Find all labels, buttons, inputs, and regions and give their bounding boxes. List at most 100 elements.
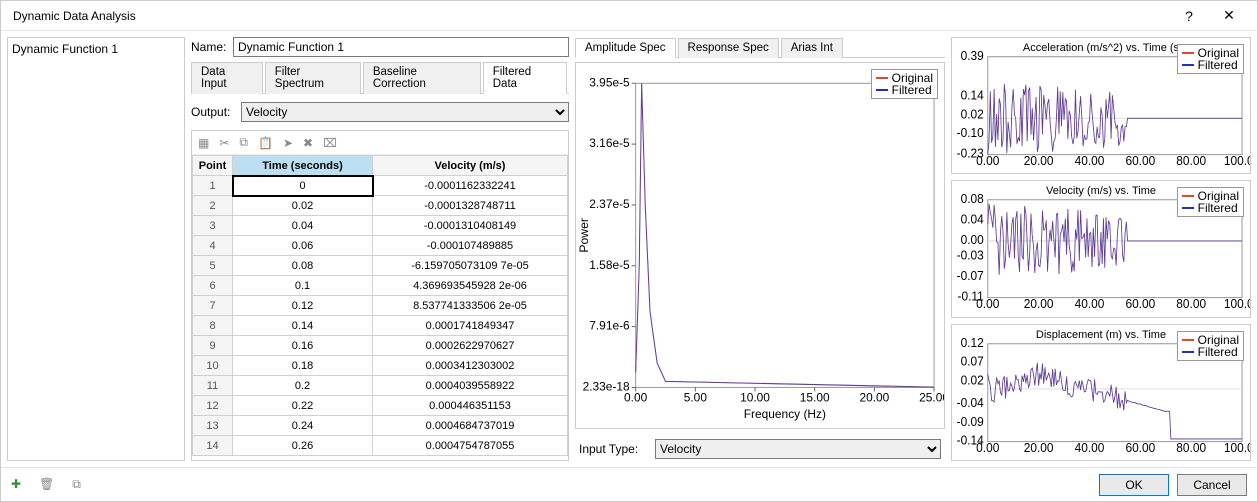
legend-filtered: Filtered <box>1198 59 1238 71</box>
table-cell-time[interactable]: 0.2 <box>233 376 373 396</box>
delete-icon[interactable]: 🗑 <box>39 477 54 492</box>
table-cell-value[interactable]: 0.000446351153 <box>373 396 568 416</box>
table-row-point[interactable]: 14 <box>193 436 233 456</box>
velocity-chart: Velocity (m/s) vs. Time 0.0020.0040.0060… <box>951 180 1251 317</box>
clear-icon[interactable]: ⌧ <box>323 136 337 150</box>
table-row-point[interactable]: 7 <box>193 296 233 316</box>
table-cell-time[interactable]: 0.26 <box>233 436 373 456</box>
svg-text:100.00: 100.00 <box>1224 440 1250 454</box>
table-row-point[interactable]: 5 <box>193 256 233 276</box>
table-cell-value[interactable]: -0.000107489885 <box>373 236 568 256</box>
tab-data-input[interactable]: Data Input <box>191 62 263 94</box>
cancel-button[interactable]: Cancel <box>1177 474 1247 496</box>
table-row-point[interactable]: 9 <box>193 336 233 356</box>
table-cell-time[interactable]: 0.1 <box>233 276 373 296</box>
add-icon[interactable]: ✚ <box>11 477 21 492</box>
table-row-point[interactable]: 6 <box>193 276 233 296</box>
table-cell-time[interactable]: 0.18 <box>233 356 373 376</box>
data-table-scroll[interactable]: Point Time (seconds) Velocity (m/s) 1 0 … <box>192 155 568 460</box>
svg-text:0.04: 0.04 <box>961 213 984 227</box>
table-cell-value[interactable]: 0.0001741849347 <box>373 316 568 336</box>
delete-row-icon[interactable]: ✖ <box>303 136 313 150</box>
tab-amplitude-spec[interactable]: Amplitude Spec <box>575 38 676 58</box>
svg-text:-0.03: -0.03 <box>957 249 984 263</box>
cut-icon[interactable]: ✂ <box>219 136 229 150</box>
table-row-point[interactable]: 13 <box>193 416 233 436</box>
close-button[interactable]: ✕ <box>1209 7 1249 24</box>
table-cell-time[interactable]: 0.14 <box>233 316 373 336</box>
svg-text:2.33e-18: 2.33e-18 <box>583 379 630 393</box>
table-cell-value[interactable]: -6.159705073109 7e-05 <box>373 256 568 276</box>
table-row-point[interactable]: 11 <box>193 376 233 396</box>
tab-arias-int[interactable]: Arias Int <box>781 38 843 58</box>
svg-text:1.58e-5: 1.58e-5 <box>589 258 630 272</box>
col-point[interactable]: Point <box>193 156 233 176</box>
name-input[interactable] <box>233 37 569 57</box>
svg-text:80.00: 80.00 <box>1176 440 1206 454</box>
table-cell-time[interactable]: 0.04 <box>233 216 373 236</box>
window-title: Dynamic Data Analysis <box>9 9 1169 23</box>
input-type-row: Input Type: Velocity <box>575 433 945 461</box>
table-cell-time[interactable]: 0.16 <box>233 336 373 356</box>
table-cell-time[interactable]: 0.06 <box>233 236 373 256</box>
copy-icon[interactable]: ⧉ <box>239 135 248 150</box>
table-cell-value[interactable]: 0.0002622970627 <box>373 336 568 356</box>
help-button[interactable]: ? <box>1169 8 1209 24</box>
table-cell-time[interactable]: 0.02 <box>233 196 373 216</box>
col-velocity[interactable]: Velocity (m/s) <box>373 156 568 176</box>
legend-swatch-filtered <box>1182 64 1194 66</box>
svg-text:-0.14: -0.14 <box>957 433 984 447</box>
copy-icon[interactable]: ⧉ <box>72 477 81 492</box>
svg-text:100.00: 100.00 <box>1224 154 1250 168</box>
table-row-point[interactable]: 4 <box>193 236 233 256</box>
spectrum-panel: Amplitude Spec Response Spec Arias Int 0… <box>575 37 945 461</box>
table-cell-value[interactable]: -0.0001328748711 <box>373 196 568 216</box>
ok-button[interactable]: OK <box>1099 474 1169 496</box>
table-row-point[interactable]: 8 <box>193 316 233 336</box>
legend-filtered: Filtered <box>892 84 932 96</box>
footer: ✚ 🗑 ⧉ OK Cancel <box>1 467 1257 501</box>
table-cell-value[interactable]: 4.369693545928 2e-06 <box>373 276 568 296</box>
svg-text:20.00: 20.00 <box>859 391 889 405</box>
table-cell-value[interactable]: 0.0004754787055 <box>373 436 568 456</box>
table-row-point[interactable]: 2 <box>193 196 233 216</box>
table-cell-value[interactable]: 0.0003412303002 <box>373 356 568 376</box>
output-select[interactable]: Velocity <box>241 102 569 122</box>
tab-filter-spectrum[interactable]: Filter Spectrum <box>265 62 361 94</box>
tab-response-spec[interactable]: Response Spec <box>678 38 779 58</box>
velocity-legend: Original Filtered <box>1177 187 1244 217</box>
svg-text:100.00: 100.00 <box>1224 297 1250 311</box>
table-row-point[interactable]: 1 <box>193 176 233 196</box>
table-cell-value[interactable]: 0.0004039558922 <box>373 376 568 396</box>
insert-row-icon[interactable]: ➤ <box>283 136 293 150</box>
svg-text:-0.10: -0.10 <box>957 126 984 140</box>
function-list[interactable]: Dynamic Function 1 <box>7 37 185 461</box>
input-type-select[interactable]: Velocity <box>655 439 941 459</box>
table-row-point[interactable]: 3 <box>193 216 233 236</box>
table-row-point[interactable]: 12 <box>193 396 233 416</box>
table-cell-value[interactable]: 0.0004684737019 <box>373 416 568 436</box>
svg-text:-0.07: -0.07 <box>957 269 984 283</box>
table-row-point[interactable]: 10 <box>193 356 233 376</box>
select-icon[interactable]: ▦ <box>198 136 209 150</box>
table-cell-time[interactable]: 0.22 <box>233 396 373 416</box>
table-panel: ▦ ✂ ⧉ 📋 ➤ ✖ ⌧ Point Time (seconds) Veloc… <box>191 130 569 461</box>
table-cell-value[interactable]: 8.537741333506 2e-05 <box>373 296 568 316</box>
table-cell-value[interactable]: -0.0001310408149 <box>373 216 568 236</box>
footer-icons: ✚ 🗑 ⧉ <box>11 477 81 492</box>
table-cell-time[interactable]: 0.24 <box>233 416 373 436</box>
table-cell-value[interactable]: -0.0001162332241 <box>373 176 568 196</box>
center-panel: Name: Data Input Filter Spectrum Baselin… <box>191 37 569 461</box>
input-type-label: Input Type: <box>579 442 649 456</box>
svg-text:40.00: 40.00 <box>1075 440 1105 454</box>
svg-text:40.00: 40.00 <box>1075 297 1105 311</box>
paste-icon[interactable]: 📋 <box>258 136 273 150</box>
svg-text:-0.09: -0.09 <box>957 414 984 428</box>
table-cell-time[interactable]: 0.08 <box>233 256 373 276</box>
tab-baseline-correction[interactable]: Baseline Correction <box>363 62 481 94</box>
table-cell-time[interactable]: 0 <box>233 176 373 196</box>
function-list-item[interactable]: Dynamic Function 1 <box>12 42 180 56</box>
col-time[interactable]: Time (seconds) <box>233 156 373 176</box>
table-cell-time[interactable]: 0.12 <box>233 296 373 316</box>
tab-filtered-data[interactable]: Filtered Data <box>483 62 567 94</box>
